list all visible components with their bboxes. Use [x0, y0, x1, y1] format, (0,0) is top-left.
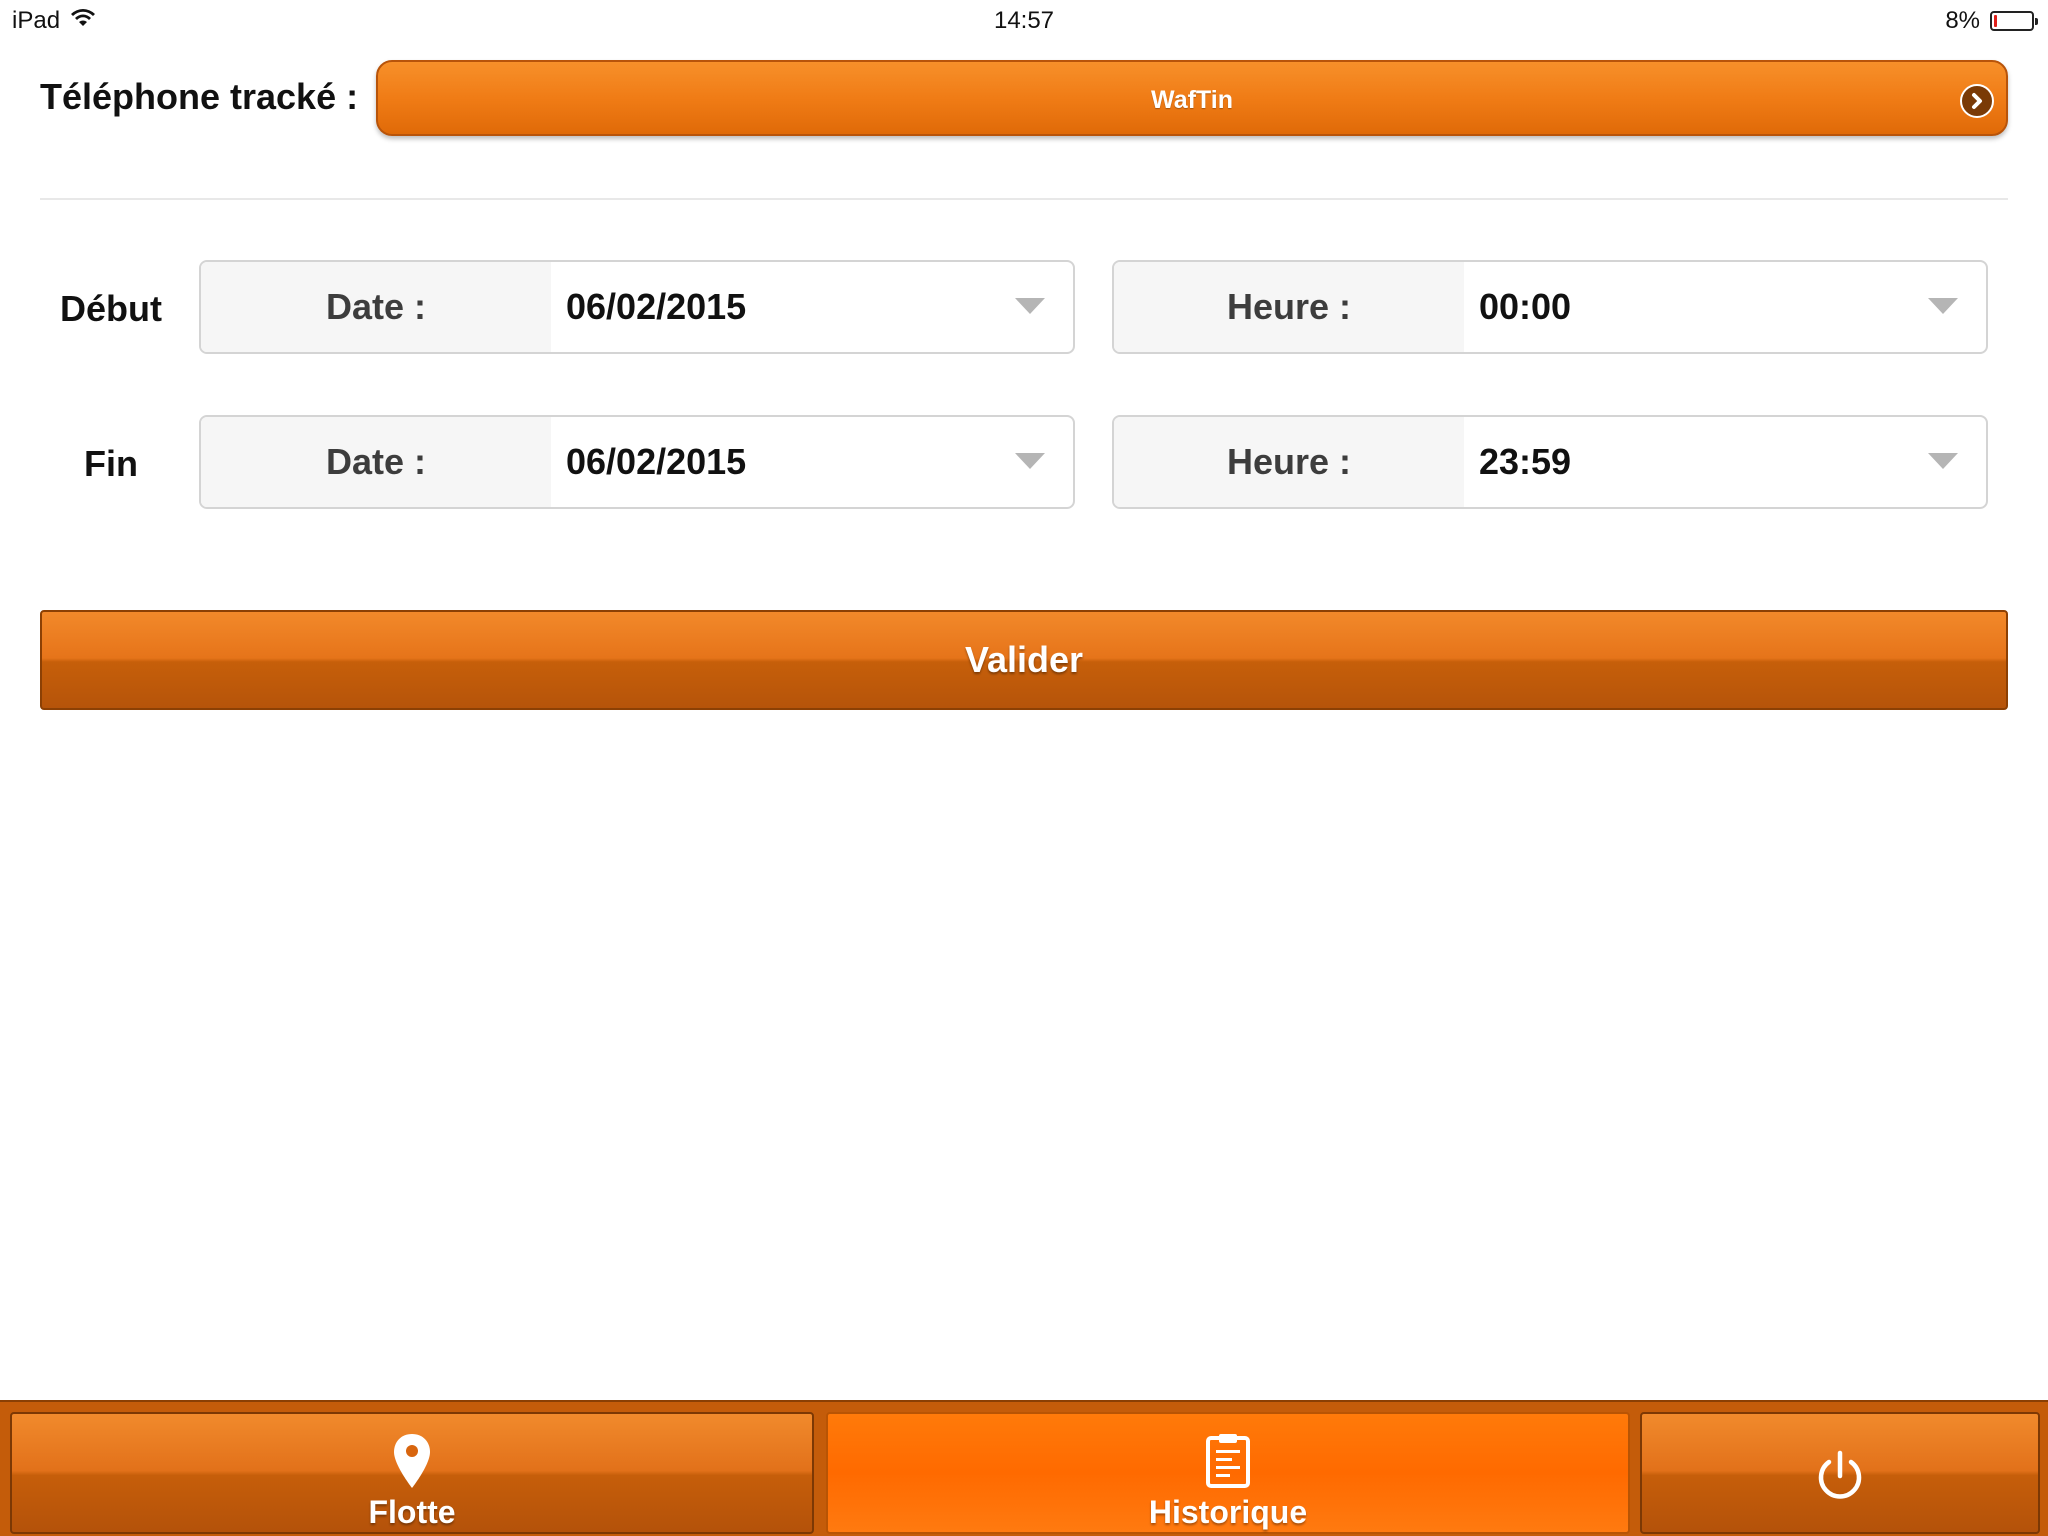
tab-flotte-label: Flotte — [368, 1494, 456, 1530]
start-time-field[interactable]: Heure : 00:00 — [1112, 260, 1988, 354]
dropdown-arrow-icon — [1015, 298, 1045, 321]
tab-logout[interactable] — [1640, 1412, 2040, 1534]
tab-flotte[interactable]: Flotte — [10, 1412, 814, 1534]
tracked-phone-value: WafTin — [1151, 86, 1233, 114]
start-date-value: 06/02/2015 — [566, 286, 747, 327]
app-screen: iPad 14:57 8% Téléphone tracké : WafTin — [0, 0, 2048, 1536]
status-right: 8% — [1945, 7, 2038, 35]
chevron-right-icon — [1960, 84, 1994, 118]
start-time-label: Heure : — [1114, 262, 1464, 352]
start-time-value: 00:00 — [1479, 286, 1572, 327]
tab-bar: Flotte Historique — [0, 1400, 2048, 1536]
end-time-label: Heure : — [1114, 417, 1464, 507]
tracked-phone-label: Téléphone tracké : — [40, 76, 359, 117]
status-bar: iPad 14:57 8% — [0, 0, 2048, 40]
end-label: Fin — [84, 443, 138, 484]
tab-historique-label: Historique — [1148, 1494, 1308, 1530]
battery-percent: 8% — [1945, 7, 1980, 34]
end-date-label: Date : — [201, 417, 551, 507]
clipboard-icon — [828, 1432, 1628, 1488]
end-time-value: 23:59 — [1479, 441, 1572, 482]
section-divider — [40, 198, 2008, 200]
dropdown-arrow-icon — [1928, 453, 1958, 476]
start-date-label: Date : — [201, 262, 551, 352]
dropdown-arrow-icon — [1015, 453, 1045, 476]
tab-historique[interactable]: Historique — [826, 1412, 1630, 1534]
battery-level — [1994, 15, 1997, 27]
end-date-field[interactable]: Date : 06/02/2015 — [199, 415, 1075, 509]
power-icon — [1642, 1450, 2038, 1504]
end-date-value: 06/02/2015 — [566, 441, 747, 482]
map-pin-icon — [12, 1432, 812, 1490]
end-time-field[interactable]: Heure : 23:59 — [1112, 415, 1988, 509]
tracked-phone-selector[interactable]: WafTin — [376, 60, 2008, 136]
dropdown-arrow-icon — [1928, 298, 1958, 321]
battery-icon — [1990, 11, 2038, 31]
start-date-field[interactable]: Date : 06/02/2015 — [199, 260, 1075, 354]
start-label: Début — [60, 288, 162, 329]
validate-button[interactable]: Valider — [40, 610, 2008, 710]
status-time: 14:57 — [993, 7, 1055, 34]
